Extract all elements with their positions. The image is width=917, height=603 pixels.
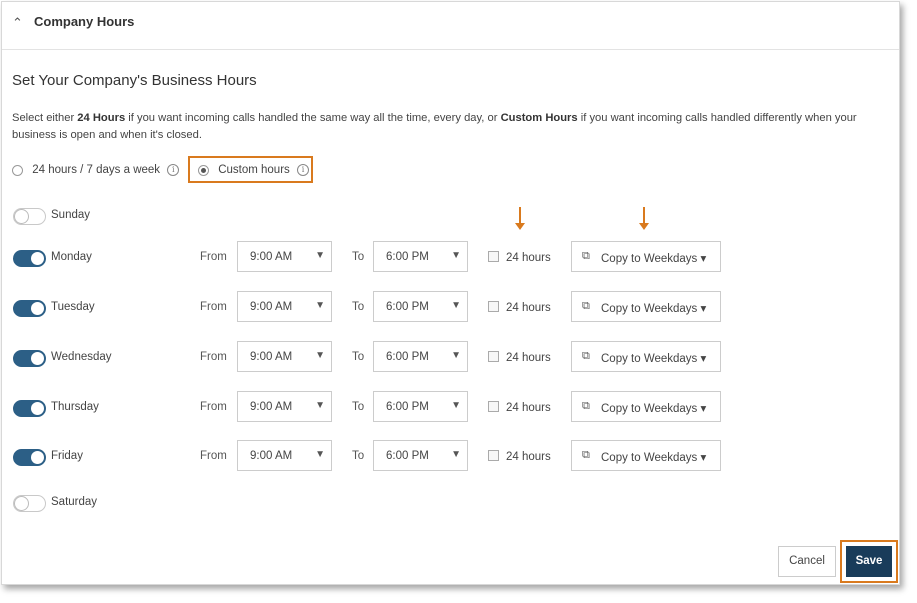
24-hours-checkbox[interactable] (488, 351, 499, 362)
caret-down-icon: ▼ (451, 300, 461, 311)
option-24-7-label: 24 hours / 7 days a week (32, 164, 161, 177)
to-label: To (352, 450, 365, 462)
toggle-tuesday[interactable] (13, 300, 46, 317)
to-time-select[interactable]: 6:00 PM ▼ (373, 440, 468, 471)
caret-down-icon: ▼ (315, 449, 325, 460)
copy-icon: ⧉ (582, 449, 590, 461)
day-label: Monday (51, 251, 92, 263)
to-time-select[interactable]: 6:00 PM ▼ (373, 291, 468, 322)
24-hours-label: 24 hours (506, 402, 551, 414)
cancel-button[interactable]: Cancel (778, 546, 836, 577)
day-row-tuesday: Tuesday From 9:00 AM ▼ To 6:00 PM ▼ 24 hou… (13, 291, 893, 325)
from-time-select[interactable]: 9:00 AM ▼ (237, 440, 332, 471)
24-hours-label: 24 hours (506, 451, 551, 463)
option-24-7[interactable]: 24 hours / 7 days a week i (12, 164, 180, 177)
toggle-monday[interactable] (13, 250, 46, 267)
from-time-select[interactable]: 9:00 AM ▼ (237, 241, 332, 272)
to-time-select[interactable]: 6:00 PM ▼ (373, 391, 468, 422)
day-row-monday: Monday From 9:00 AM ▼ To 6:00 PM ▼ 24 hour… (13, 241, 893, 275)
day-label: Sunday (51, 209, 91, 221)
copy-to-weekdays-button[interactable]: ⧉ Copy to Weekdays ▾ (571, 291, 721, 322)
save-button[interactable]: Save (846, 546, 892, 577)
24-hours-checkbox[interactable] (488, 251, 499, 262)
radio-24-7[interactable] (12, 164, 23, 176)
save-button-highlight: Save (840, 540, 898, 583)
from-time-select[interactable]: 9:00 AM ▼ (237, 291, 332, 322)
option-custom-label: Custom hours (218, 164, 290, 177)
section-title: Set Your Company's Business Hours (12, 72, 257, 89)
to-label: To (352, 351, 365, 363)
24-hours-checkbox[interactable] (488, 301, 499, 312)
from-label: From (200, 450, 227, 462)
to-label: To (352, 301, 365, 313)
24-hours-label: 24 hours (506, 352, 551, 364)
copy-icon: ⧉ (582, 300, 590, 312)
from-time-select[interactable]: 9:00 AM ▼ (237, 341, 332, 372)
toggle-wednesday[interactable] (13, 350, 46, 367)
from-time-select[interactable]: 9:00 AM ▼ (237, 391, 332, 422)
copy-icon: ⧉ (582, 250, 590, 262)
day-label: Tuesday (51, 301, 95, 313)
caret-down-icon: ▼ (315, 300, 325, 311)
copy-to-weekdays-button[interactable]: ⧉ Copy to Weekdays ▾ (571, 391, 721, 422)
copy-icon: ⧉ (582, 350, 590, 362)
24-hours-checkbox[interactable] (488, 401, 499, 412)
to-time-select[interactable]: 6:00 PM ▼ (373, 241, 468, 272)
day-label: Friday (51, 450, 83, 462)
info-icon[interactable]: i (167, 164, 180, 176)
day-row-wednesday: Wednesday From 9:00 AM ▼ To 6:00 PM ▼ 24 h… (13, 341, 893, 375)
caret-down-icon: ▼ (451, 350, 461, 361)
description-text: Select either 24 Hours if you want incom… (12, 112, 857, 141)
toggle-saturday[interactable] (13, 495, 46, 512)
copy-to-weekdays-button[interactable]: ⧉ Copy to Weekdays ▾ (571, 341, 721, 372)
24-hours-label: 24 hours (506, 302, 551, 314)
caret-down-icon: ▼ (315, 350, 325, 361)
to-label: To (352, 401, 365, 413)
to-label: To (352, 251, 365, 263)
day-row-thursday: Thursday From 9:00 AM ▼ To 6:00 PM ▼ 24 ho… (13, 391, 893, 425)
caret-down-icon: ▼ (451, 250, 461, 261)
panel-header[interactable]: ⌃ Company Hours (2, 2, 899, 50)
from-label: From (200, 351, 227, 363)
24-hours-label: 24 hours (506, 252, 551, 264)
company-hours-panel: ⌃ Company Hours Set Your Company's Busin… (1, 1, 900, 585)
day-row-friday: Friday From 9:00 AM ▼ To 6:00 PM ▼ 24 hour… (13, 440, 893, 474)
from-label: From (200, 301, 227, 313)
copy-to-weekdays-button[interactable]: ⧉ Copy to Weekdays ▾ (571, 241, 721, 272)
toggle-sunday[interactable] (13, 208, 46, 225)
copy-icon: ⧉ (582, 400, 590, 412)
from-label: From (200, 251, 227, 263)
panel-title: Company Hours (34, 14, 135, 29)
to-time-select[interactable]: 6:00 PM ▼ (373, 341, 468, 372)
day-row-saturday: Saturday (13, 492, 893, 520)
toggle-friday[interactable] (13, 449, 46, 466)
day-label: Thursday (51, 401, 99, 413)
chevron-up-icon[interactable]: ⌃ (12, 15, 23, 31)
24-hours-checkbox[interactable] (488, 450, 499, 461)
option-custom-hours[interactable]: Custom hours i (188, 156, 313, 183)
day-label: Wednesday (51, 351, 112, 363)
from-label: From (200, 401, 227, 413)
copy-to-weekdays-button[interactable]: ⧉ Copy to Weekdays ▾ (571, 440, 721, 471)
info-icon[interactable]: i (297, 164, 309, 176)
day-row-sunday: Sunday (13, 205, 893, 233)
caret-down-icon: ▼ (451, 449, 461, 460)
caret-down-icon: ▼ (315, 250, 325, 261)
radio-custom-hours[interactable] (198, 164, 209, 176)
toggle-thursday[interactable] (13, 400, 46, 417)
caret-down-icon: ▼ (451, 400, 461, 411)
day-label: Saturday (51, 496, 98, 508)
caret-down-icon: ▼ (315, 400, 325, 411)
